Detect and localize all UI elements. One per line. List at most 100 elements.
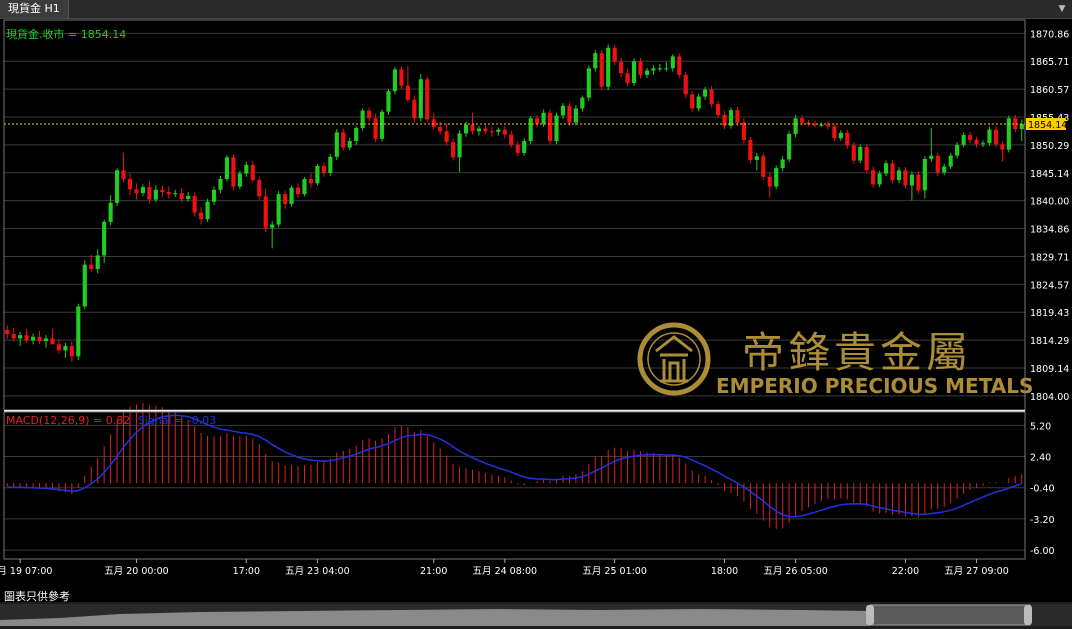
candle [948, 152, 953, 170]
time-tick-label: 18:00 [711, 566, 738, 577]
candle [483, 125, 488, 134]
candle [18, 331, 23, 347]
chart-area[interactable]: 帝鋒貴金屬 EMPERIO PRECIOUS METALS 現貨金.收市 = 1… [0, 19, 1072, 587]
candle [690, 91, 695, 112]
candle [761, 152, 766, 181]
macd-tick-label: 2.40 [1030, 453, 1051, 464]
chart-tab[interactable]: 現貨金 H1 [0, 0, 69, 18]
candle [832, 123, 837, 142]
macd-tick-label: -0.40 [1030, 484, 1055, 495]
candle [612, 44, 617, 66]
candle [554, 112, 559, 144]
macd-tick-label: 5.20 [1030, 421, 1051, 432]
price-tick-label: 1850.29 [1030, 141, 1069, 152]
candle [515, 141, 520, 157]
candle [922, 156, 927, 199]
candle [748, 136, 753, 164]
candle [858, 144, 863, 164]
scroll-handle-left[interactable] [866, 605, 874, 625]
dropdown-arrow-icon[interactable]: ▼ [1056, 0, 1068, 18]
price-tick-label: 1840.00 [1030, 197, 1069, 208]
candle [677, 53, 682, 79]
candle [890, 159, 895, 184]
candle [871, 166, 876, 188]
candle [50, 329, 55, 345]
candle [308, 173, 314, 188]
candle [916, 171, 921, 194]
time-tick-label: 五月 27 09:00 [944, 566, 1009, 577]
candle [670, 54, 675, 72]
candle [367, 107, 372, 122]
candle [838, 130, 843, 142]
time-tick-label: 22:00 [892, 566, 919, 577]
macd-tick-label: -3.20 [1030, 515, 1055, 526]
price-tick-label: 1809.14 [1030, 364, 1069, 375]
candle [942, 163, 947, 176]
candle [231, 154, 236, 191]
candle [341, 128, 346, 151]
price-legend: 現貨金.收市 = 1854.14 [6, 27, 126, 41]
scroll-window[interactable] [869, 604, 1031, 626]
candle [547, 109, 553, 145]
chart-scrollbar[interactable] [0, 602, 1072, 629]
candle [825, 121, 830, 130]
candle [580, 95, 585, 112]
candle [37, 330, 42, 344]
price-tick-label: 1824.57 [1030, 280, 1069, 291]
candle [289, 185, 294, 207]
candle [657, 64, 662, 72]
candle [283, 190, 288, 209]
candle [573, 105, 578, 126]
candle [89, 254, 94, 273]
scroll-handle-right[interactable] [1024, 605, 1032, 625]
candle [399, 66, 404, 89]
candle [147, 181, 152, 204]
candle [696, 93, 701, 112]
candle [864, 143, 869, 174]
candle [664, 61, 669, 72]
candle [974, 136, 979, 148]
candle [787, 131, 792, 163]
candle [218, 175, 223, 194]
price-tick-label: 1819.43 [1030, 308, 1069, 319]
candle [160, 185, 165, 198]
last-price-label: 1854.14 [1028, 120, 1067, 131]
candle [935, 152, 940, 176]
time-tick-label: 五月 25 01:00 [582, 566, 647, 577]
candle [244, 161, 249, 177]
candle [315, 163, 320, 186]
candle [69, 341, 74, 362]
candle [496, 127, 501, 136]
candle [780, 156, 785, 172]
candle [179, 188, 184, 202]
macd-axis-labels: 5.20 2.40 -0.40 -3.20 -6.00 [1030, 421, 1055, 557]
time-tick-label: 五月 20 00:00 [104, 566, 169, 577]
candle [735, 106, 740, 126]
signal-legend-value: Signal = -0.03 [138, 414, 216, 427]
candle [1000, 141, 1005, 162]
title-bar: 現貨金 H1 ▼ [0, 0, 1072, 19]
candle [793, 114, 798, 138]
candle [819, 122, 824, 127]
candle [263, 188, 268, 233]
candle [295, 183, 301, 198]
candle [166, 186, 171, 199]
emperio-logo-icon [637, 322, 711, 396]
price-tick-label: 1804.00 [1030, 392, 1069, 403]
candle [127, 173, 133, 196]
candle [82, 260, 87, 310]
candle [392, 67, 398, 95]
candle [237, 170, 242, 190]
candle [767, 172, 772, 198]
candle [715, 100, 721, 119]
candle [631, 58, 637, 86]
candle [457, 130, 462, 172]
candle [134, 183, 139, 200]
candle [5, 325, 10, 339]
candle [741, 118, 746, 144]
watermark-chinese: 帝鋒貴金屬 [742, 328, 972, 377]
time-tick-label: 17:00 [233, 566, 260, 577]
grid-lines [4, 32, 1025, 551]
candle [896, 167, 902, 184]
candle [625, 68, 630, 87]
